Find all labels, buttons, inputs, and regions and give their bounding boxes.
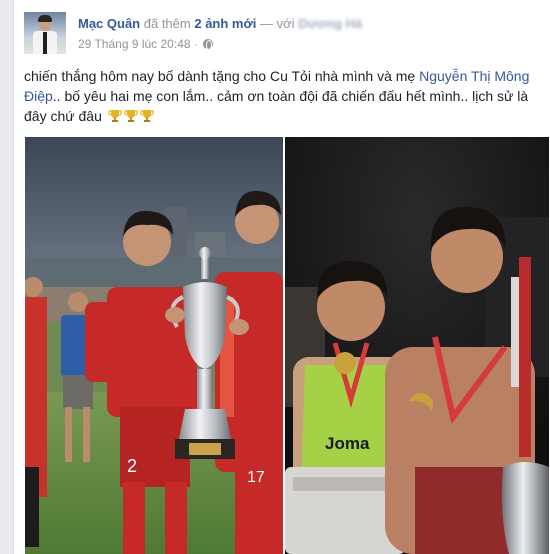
meta-separator: · xyxy=(193,37,198,51)
post-headline: Mạc Quân đã thêm 2 ảnh mới — với Dương H… xyxy=(78,16,362,31)
bib-brand-text: Joma xyxy=(325,434,370,453)
globe-icon[interactable] xyxy=(203,39,214,50)
jersey-number-2: 2 xyxy=(127,456,137,476)
post-timestamp-link[interactable]: 29 Tháng 9 lúc 20:48 xyxy=(78,37,191,51)
trophy-icon xyxy=(108,110,122,122)
tagged-friend-link[interactable]: Dương Hà xyxy=(298,16,362,31)
trophy-icon xyxy=(140,110,154,122)
post-meta: 29 Tháng 9 lúc 20:48 · xyxy=(78,37,214,51)
author-avatar[interactable] xyxy=(24,12,66,54)
feed-post: Mạc Quân đã thêm 2 ảnh mới — với Dương H… xyxy=(13,0,550,554)
post-header: Mạc Quân đã thêm 2 ảnh mới — với Dương H… xyxy=(24,12,534,56)
caption-text-start: chiến thắng hôm nay bố dành tặng cho Cu … xyxy=(24,68,416,84)
photo-locker-room-medals[interactable]: Joma xyxy=(285,137,549,554)
action-text: đã thêm xyxy=(143,16,191,31)
with-text: — với xyxy=(259,16,295,31)
post-caption: chiến thắng hôm nay bố dành tặng cho Cu … xyxy=(24,66,539,126)
trophy-icon xyxy=(124,110,138,122)
photo-count-link[interactable]: 2 ảnh mới xyxy=(194,16,256,31)
photo-trophy-on-pitch[interactable]: 2 17 xyxy=(25,137,283,554)
jersey-number-17: 17 xyxy=(247,469,265,486)
author-name-link[interactable]: Mạc Quân xyxy=(78,16,140,31)
caption-text-end: .. bố yêu hai mẹ con lắm.. cảm ơn toàn đ… xyxy=(24,88,529,124)
